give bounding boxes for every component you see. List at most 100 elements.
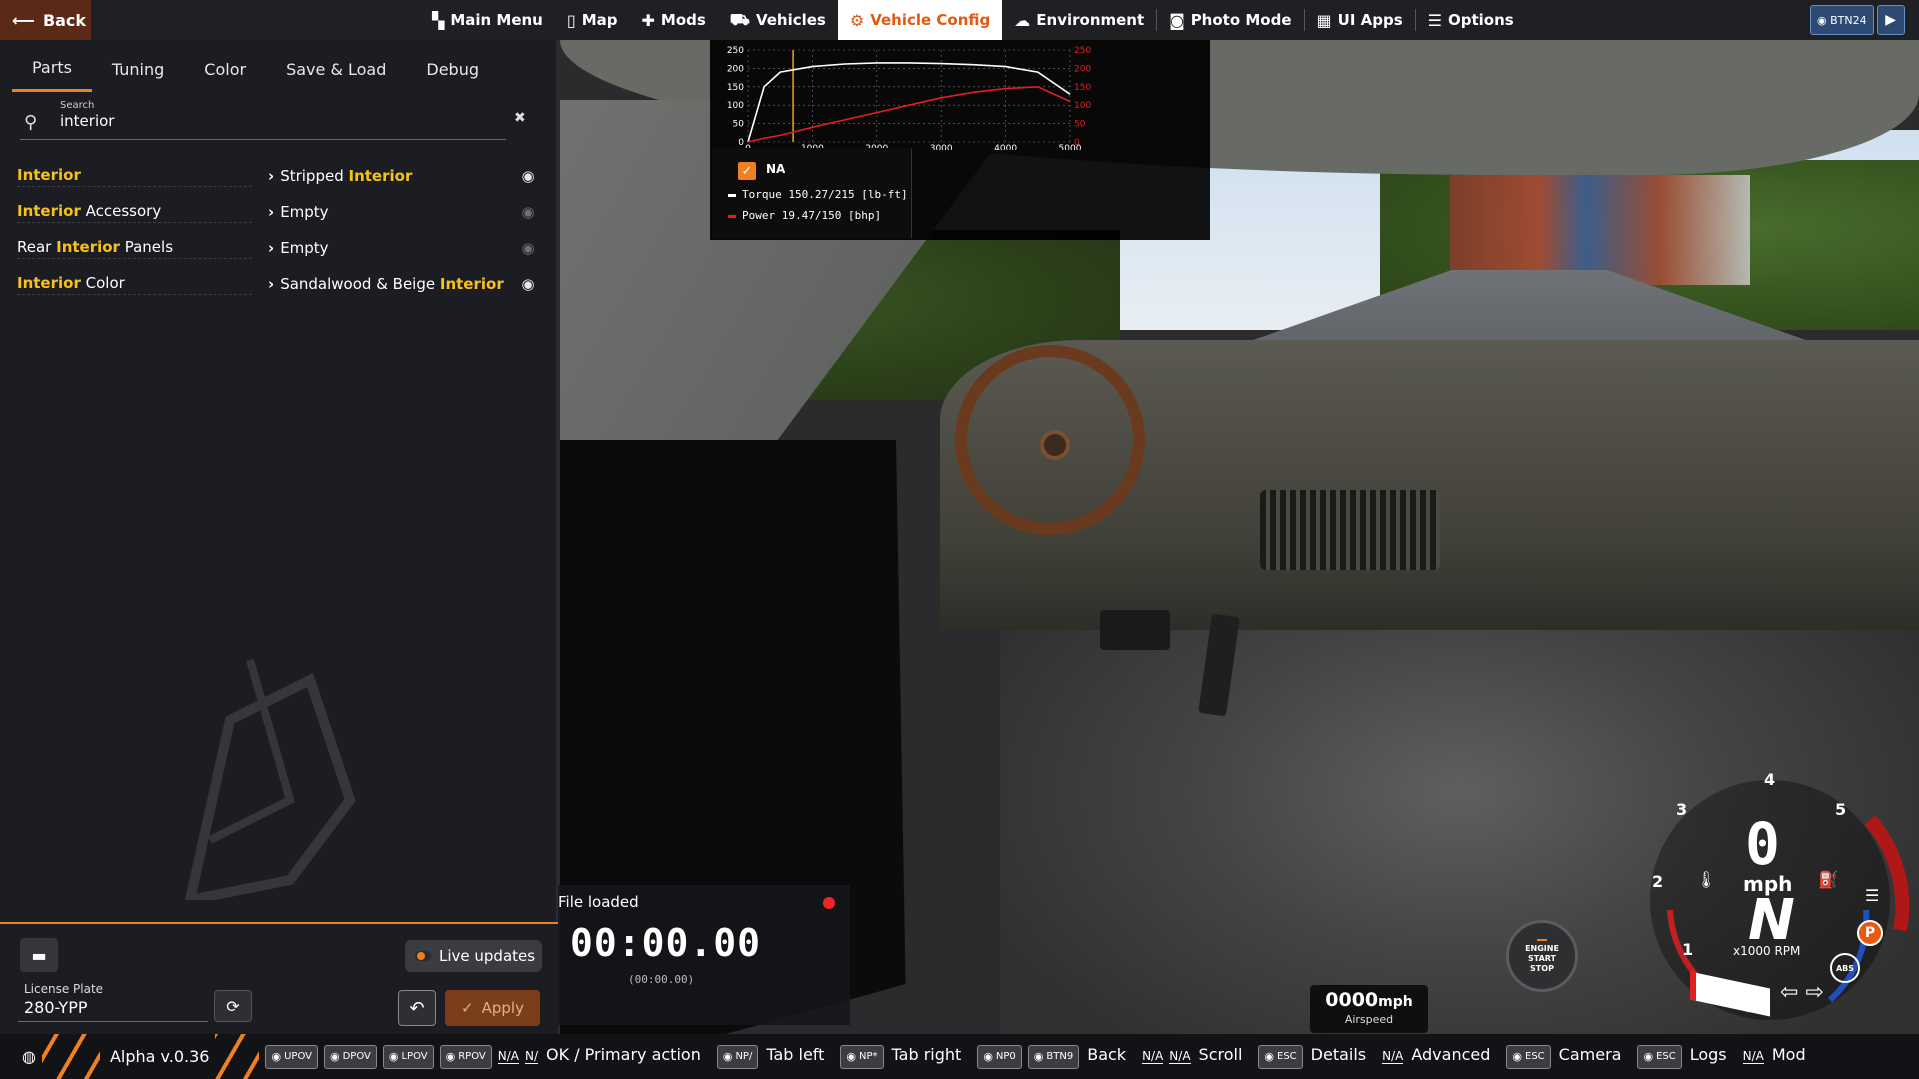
live-updates-label: Live updates: [439, 947, 536, 965]
tab-save-load[interactable]: Save & Load: [266, 46, 406, 92]
part-name-text: Panels: [119, 237, 174, 256]
tab-color[interactable]: Color: [184, 46, 266, 92]
part-row[interactable]: Interior Accessory › Empty ◉: [0, 194, 556, 230]
nav-environment[interactable]: ☁ Environment: [1002, 0, 1156, 40]
config-tabs: Parts Tuning Color Save & Load Debug: [0, 40, 556, 98]
hint-label[interactable]: Scroll: [1199, 1045, 1243, 1064]
license-plate-label: License Plate: [24, 982, 104, 996]
randomize-plate-button[interactable]: ⟳: [214, 990, 252, 1022]
key-chip: ◉ ESC: [1258, 1044, 1303, 1069]
clear-search-icon[interactable]: ✖: [514, 110, 526, 126]
hint-label[interactable]: Logs: [1690, 1045, 1727, 1064]
part-value-highlight: Interior: [348, 167, 413, 185]
part-row[interactable]: Interior › Stripped Interior ◉: [0, 158, 556, 194]
key-chip: ◉ LPOV: [382, 1044, 434, 1069]
key-chip: ◉ ESC: [1637, 1044, 1682, 1069]
nav-mods[interactable]: ✚ Mods: [629, 0, 717, 40]
undo-button[interactable]: ↶: [398, 990, 436, 1026]
part-name-text: Accessory: [80, 201, 162, 220]
brake-pedal: [1100, 610, 1170, 650]
key-chip-label: DPOV: [342, 1051, 371, 1062]
part-slot-name: Interior Color: [17, 274, 252, 295]
live-updates-toggle[interactable]: Live updates: [405, 940, 542, 972]
part-row[interactable]: Interior Color › Sandalwood & Beige Interi…: [0, 266, 556, 302]
map-icon: ▯: [566, 10, 576, 30]
key-chip-label: ESC: [1525, 1051, 1545, 1062]
top-menu-bar: ⟵ Back ▚ Main Menu ▯ Map ✚ Mods ⛟ Vehicles ⚙ Vehi…: [0, 0, 1919, 40]
tab-tuning[interactable]: Tuning: [92, 46, 184, 92]
hint-label[interactable]: Details: [1311, 1045, 1366, 1064]
license-plate-input[interactable]: 280-YPP: [24, 998, 87, 1017]
hint-label[interactable]: Tab right: [892, 1045, 962, 1064]
gauge-number-1: 1: [1682, 940, 1694, 959]
eye-icon[interactable]: ◉: [517, 167, 539, 185]
parking-brake-icon: P: [1857, 920, 1883, 946]
nav-label: Environment: [1036, 11, 1145, 29]
stripe-decoration-2: [215, 1034, 260, 1079]
part-value-select[interactable]: › Sandalwood & Beige Interior: [268, 275, 504, 293]
license-plate-icon[interactable]: ▬: [20, 938, 58, 972]
na-label: NA: [766, 162, 786, 176]
gamepad-icon: ◉: [846, 1050, 857, 1063]
nav-photo-mode[interactable]: ◙ Photo Mode: [1157, 0, 1303, 40]
tab-debug[interactable]: Debug: [406, 46, 499, 92]
search-field[interactable]: ⚲ Search: [20, 100, 506, 140]
part-value-select[interactable]: › Empty: [268, 239, 329, 257]
vehicles-icon: ⛟: [729, 9, 750, 29]
houses: [1450, 175, 1750, 285]
nav-options[interactable]: ☰ Options: [1416, 0, 1526, 40]
chevron-right-icon: ›: [268, 275, 275, 293]
torque-legend: Torque 150.27/215 [lb-ft]: [728, 188, 908, 201]
hint-label[interactable]: Camera: [1559, 1045, 1622, 1064]
key-chip-label: NP/: [735, 1051, 753, 1062]
nav-vehicles[interactable]: ⛟ Vehicles: [718, 0, 838, 40]
hint-label[interactable]: Back: [1087, 1045, 1126, 1064]
search-input[interactable]: [60, 112, 480, 130]
y-tick-label-right: 100: [1074, 101, 1091, 111]
key-unassigned: N/A: [1169, 1049, 1191, 1064]
play-icon[interactable]: ▶: [1876, 5, 1905, 35]
nav-label: Options: [1447, 11, 1514, 29]
eye-off-icon[interactable]: ◉: [517, 203, 539, 221]
y-tick-label-left: 250: [727, 46, 744, 56]
airspeed-number: 0000: [1325, 989, 1379, 1011]
start-stop-line-3: STOP: [1530, 963, 1554, 973]
gamepad-icon: ◉: [1264, 1050, 1274, 1063]
torque-line: [747, 62, 1071, 143]
options-icon: ☰: [1427, 10, 1442, 30]
tab-parts[interactable]: Parts: [12, 46, 92, 92]
part-row[interactable]: Rear Interior Panels › Empty ◉: [0, 230, 556, 266]
nav-label: Map: [581, 11, 618, 29]
hint-label[interactable]: Tab left: [766, 1045, 824, 1064]
gauge-number-2: 2: [1652, 872, 1664, 891]
nav-main-menu[interactable]: ▚ Main Menu: [420, 0, 555, 40]
globe-icon[interactable]: ◍: [22, 1047, 36, 1066]
nav-label: Mods: [660, 11, 706, 29]
nav-map[interactable]: ▯ Map: [555, 0, 630, 40]
eye-off-icon[interactable]: ◉: [517, 239, 539, 257]
hint-label[interactable]: OK / Primary action: [546, 1045, 701, 1064]
power-legend-text: Power 19.47/150 [bhp]: [742, 209, 882, 222]
nav-ui-apps[interactable]: ▦ UI Apps: [1305, 0, 1415, 40]
key-chip-label: UPOV: [284, 1051, 312, 1062]
part-value-select[interactable]: › Empty: [268, 203, 329, 221]
part-value-text: Empty: [280, 239, 329, 257]
key-chip: ◉ DPOV: [323, 1044, 377, 1069]
back-button[interactable]: ⟵ Back: [0, 0, 91, 40]
apply-button[interactable]: ✓ Apply: [445, 990, 540, 1026]
hint-label[interactable]: Mod: [1772, 1045, 1806, 1064]
engine-start-stop-button[interactable]: ENGINE START STOP: [1506, 920, 1578, 992]
dashboard-speaker-grille: [1260, 490, 1440, 570]
na-checkbox[interactable]: ✓: [738, 162, 756, 180]
hint-label[interactable]: Advanced: [1411, 1045, 1490, 1064]
part-value-highlight: Interior: [439, 275, 504, 293]
part-value-text: Empty: [280, 203, 329, 221]
eye-icon[interactable]: ◉: [517, 275, 539, 293]
search-icon: ⚲: [24, 112, 38, 133]
part-value-select[interactable]: › Stripped Interior: [268, 167, 412, 185]
nav-label: UI Apps: [1337, 11, 1403, 29]
key-chip-label: LPOV: [401, 1051, 428, 1062]
environment-icon: ☁: [1014, 10, 1031, 30]
vehicle-config-icon: ⚙: [849, 10, 865, 30]
nav-vehicle-config[interactable]: ⚙ Vehicle Config: [837, 0, 1003, 40]
